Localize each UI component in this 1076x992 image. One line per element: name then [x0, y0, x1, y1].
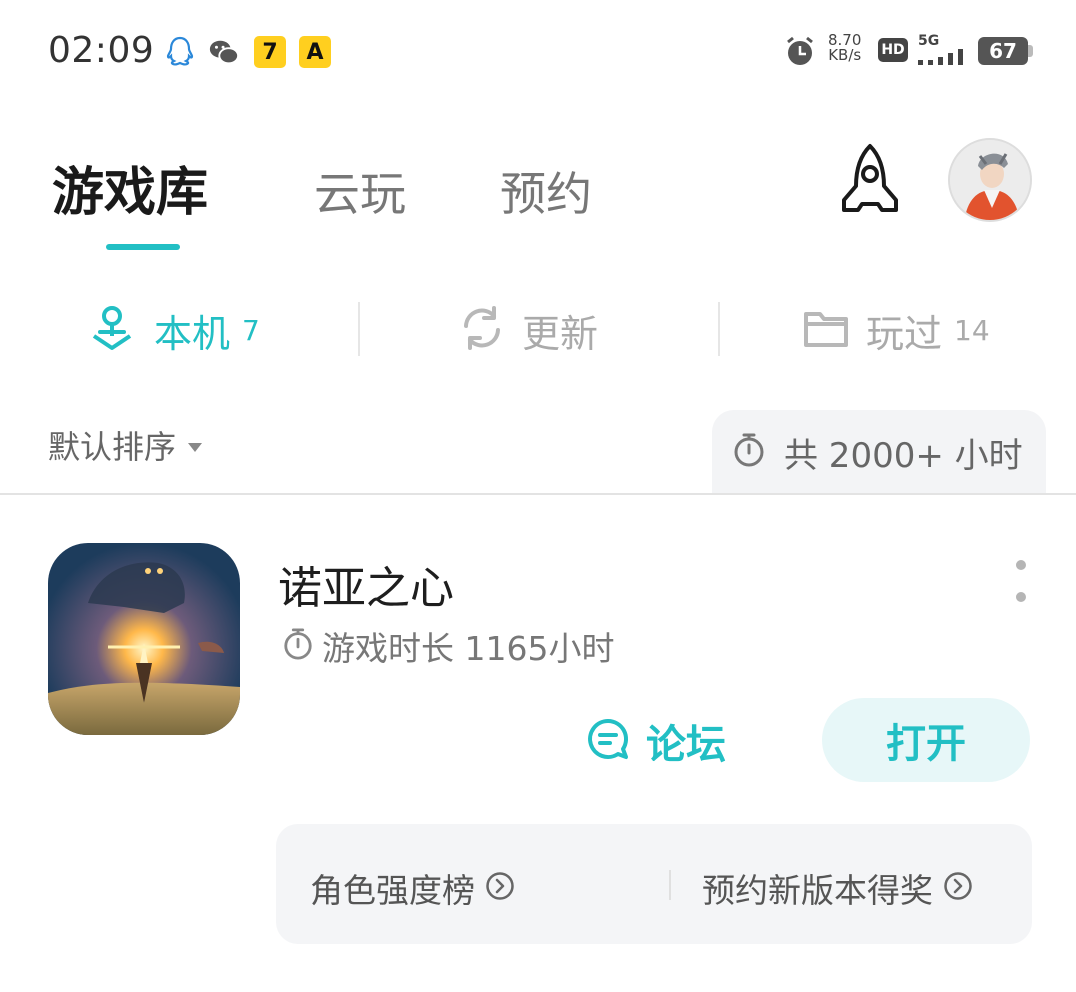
net-speed: 8.70 KB/s	[828, 33, 861, 63]
subtab-played-count: 14	[954, 313, 990, 347]
timer-icon	[732, 432, 766, 472]
signal-label: 5G	[918, 33, 940, 49]
forum-button[interactable]: 论坛	[584, 712, 726, 770]
timer-icon	[282, 627, 314, 665]
avatar[interactable]	[948, 138, 1032, 222]
chevron-right-circle-icon	[485, 871, 515, 905]
rocket-icon[interactable]	[832, 142, 908, 224]
quick-links-panel: 角色强度榜 预约新版本得奖	[276, 824, 1032, 944]
sort-label: 默认排序	[48, 428, 177, 466]
subtab-update[interactable]: 更新	[458, 300, 598, 360]
link-reserve-reward[interactable]: 预约新版本得奖	[702, 864, 973, 912]
active-tab-indicator	[106, 244, 180, 250]
subtab-local-label: 本机	[154, 311, 231, 356]
location-icon	[86, 302, 138, 358]
chevron-right-circle-icon	[943, 871, 973, 905]
qq-icon	[164, 36, 196, 68]
forum-label: 论坛	[646, 722, 726, 768]
divider	[358, 302, 360, 356]
sort-dropdown[interactable]: 默认排序	[48, 422, 203, 468]
link-character-ranking-label: 角色强度榜	[310, 871, 475, 910]
tab-cloud-play[interactable]: 云玩	[314, 158, 406, 224]
link-reserve-reward-label: 预约新版本得奖	[702, 871, 933, 910]
app-7-icon: 7	[254, 36, 286, 68]
chat-bubble-icon	[584, 715, 632, 767]
alarm-icon	[784, 36, 816, 68]
subtab-played-label: 玩过	[866, 311, 943, 356]
tab-game-library[interactable]: 游戏库	[52, 150, 208, 225]
hd-badge: HD	[878, 38, 908, 62]
tab-reservation[interactable]: 预约	[500, 158, 592, 224]
link-character-ranking[interactable]: 角色强度榜	[310, 864, 515, 912]
divider	[718, 302, 720, 356]
subtab-local-count: 7	[242, 313, 260, 347]
divider	[669, 870, 671, 900]
total-playtime-text: 共 2000+ 小时	[784, 435, 1023, 476]
game-icon[interactable]	[48, 543, 240, 735]
subtab-local[interactable]: 本机 7	[86, 300, 260, 360]
total-playtime-badge: 共 2000+ 小时	[712, 410, 1046, 494]
net-speed-unit: KB/s	[828, 46, 862, 64]
status-time: 02:09	[48, 30, 155, 71]
open-button[interactable]: 打开	[822, 698, 1030, 782]
folder-icon	[802, 306, 850, 354]
signal-icon: 5G	[918, 34, 970, 70]
battery-tip	[1028, 45, 1033, 57]
subtab-played[interactable]: 玩过 14	[802, 300, 990, 360]
subtab-update-label: 更新	[522, 311, 599, 356]
battery-icon: 67	[978, 37, 1028, 65]
game-playtime-text: 游戏时长 1165小时	[322, 629, 615, 668]
more-options-icon[interactable]	[1010, 560, 1032, 602]
chevron-down-icon	[188, 442, 203, 452]
refresh-icon	[458, 304, 506, 356]
divider	[0, 493, 1076, 495]
game-playtime: 游戏时长 1165小时	[282, 622, 614, 670]
wechat-icon	[208, 36, 240, 68]
status-bar: 02:09 7 A 8.70 KB/s HD 5G 67	[0, 0, 1076, 100]
app-a-icon: A	[299, 36, 331, 68]
game-title: 诺亚之心	[278, 563, 454, 614]
